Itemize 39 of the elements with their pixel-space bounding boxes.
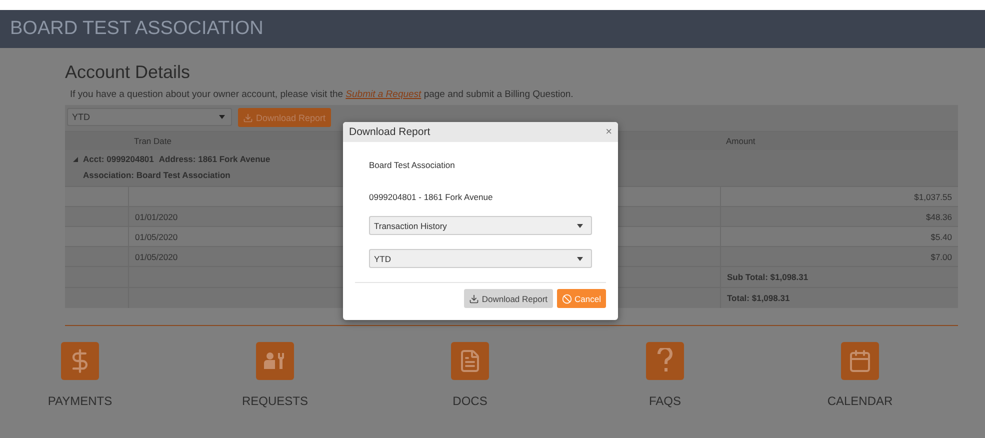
association-name: Association: Board Test Association <box>83 170 230 180</box>
caret-icon <box>577 256 583 260</box>
close-button[interactable]: × <box>606 126 612 138</box>
download-icon <box>468 294 479 304</box>
cancel-button[interactable]: Cancel <box>556 289 606 308</box>
question-mark-icon <box>657 348 673 374</box>
total-cell: Total: $1,098.31 <box>720 288 958 308</box>
download-report-button[interactable]: Download Report <box>464 289 553 308</box>
nav-tile[interactable] <box>61 342 99 380</box>
submit-request-link[interactable]: Submit a Request <box>346 89 422 100</box>
account-address: Address: 1861 Fork Avenue <box>158 154 270 164</box>
page-title: Account Details <box>65 62 192 83</box>
column-header: Amount <box>726 136 756 146</box>
nav-label[interactable]: DOCS <box>452 394 488 408</box>
account-text: 0999204801 - 1861 Fork Avenue <box>369 192 494 202</box>
account-number: Acct: 0999204801 <box>83 154 154 164</box>
period-select[interactable]: YTD <box>369 249 592 268</box>
calendar-icon <box>848 349 872 373</box>
expanded-caret-icon[interactable] <box>73 156 78 162</box>
column-header: Tran Date <box>134 136 172 146</box>
document-icon <box>458 349 482 373</box>
report-type-select[interactable]: Transaction History <box>369 216 592 235</box>
nav-label[interactable]: CALENDAR <box>827 394 893 408</box>
nav-tile[interactable] <box>256 342 294 380</box>
nav-label[interactable]: FAQS <box>648 394 681 408</box>
nav-label[interactable]: PAYMENTS <box>48 394 112 408</box>
download-icon <box>243 112 253 122</box>
association-text: Board Test Association <box>369 160 456 170</box>
cancel-icon <box>562 294 572 304</box>
person-wrench-icon <box>263 352 287 370</box>
nav-label[interactable]: REQUESTS <box>242 394 308 408</box>
dialog-title: Download Report <box>349 126 430 138</box>
period-select[interactable]: YTD <box>67 108 232 126</box>
intro-text: If you have a question about your owner account, please visit the Submit a Request page and submit a Billing Question. <box>70 89 574 100</box>
site-title: BOARD TEST ASSOCIATION <box>10 18 264 40</box>
caret-icon <box>219 115 225 119</box>
nav-tile[interactable] <box>451 342 489 380</box>
nav-tile[interactable] <box>646 342 684 380</box>
nav-tile[interactable] <box>841 342 879 380</box>
